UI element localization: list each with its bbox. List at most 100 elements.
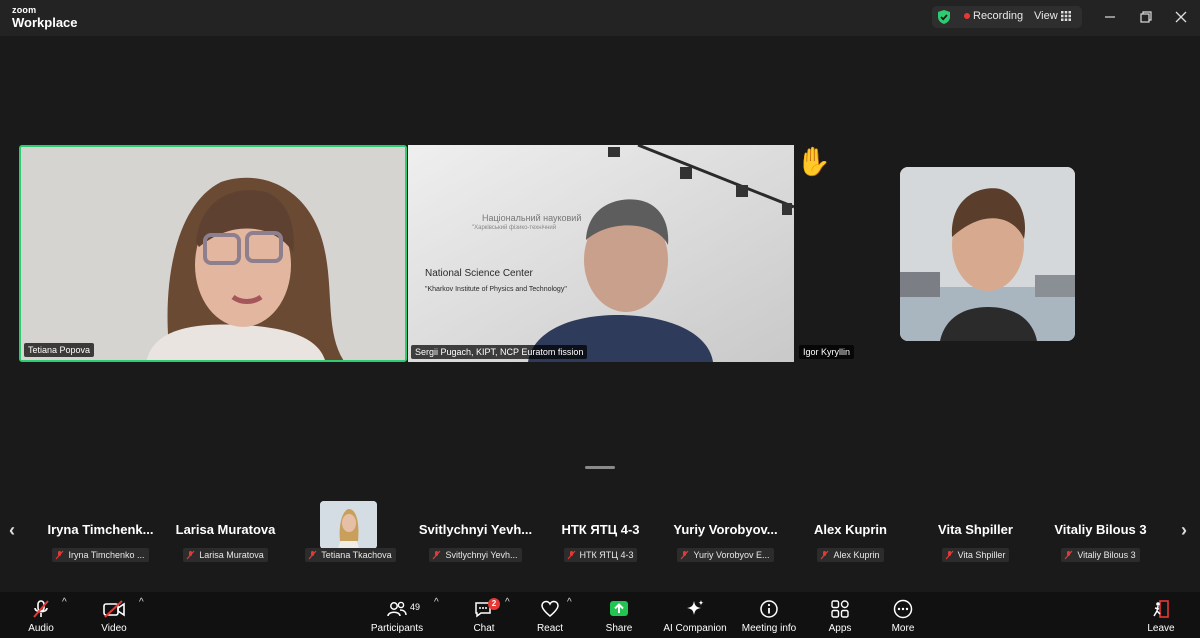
video-tile-sergii-pugach[interactable]: Національний науковий "Харківський фізик… xyxy=(408,145,794,362)
participant-name: Iryna Timchenko ... xyxy=(68,550,145,560)
participant-display-name: Vitaliy Bilous 3 xyxy=(1054,522,1147,537)
muted-mic-icon xyxy=(821,550,829,560)
video-label: Video xyxy=(101,623,127,634)
participants-count: 49 xyxy=(410,602,421,612)
participant-name: Vitaliy Bilous 3 xyxy=(1077,550,1136,560)
brand-small: zoom xyxy=(12,5,37,15)
participant-name-tag: Alex Kuprin xyxy=(817,548,884,562)
participant-display-name: Svitlychnyi Yevh... xyxy=(418,522,533,537)
react-label: React xyxy=(536,623,564,634)
participant-name-tag: Larisa Muratova xyxy=(183,548,268,562)
participant-name-tag: Svitlychnyi Yevh... xyxy=(429,548,522,562)
react-options-chevron-icon[interactable]: ^ xyxy=(567,597,572,608)
apps-button[interactable]: Apps xyxy=(822,592,858,638)
apps-icon xyxy=(831,600,849,618)
gallery-tile[interactable]: Larisa Muratova Larisa Muratova xyxy=(163,500,288,570)
participant-name: Svitlychnyi Yevh... xyxy=(445,550,518,560)
more-label: More xyxy=(891,623,915,634)
react-button[interactable]: React xyxy=(532,592,568,638)
video-button[interactable]: Video xyxy=(92,592,136,638)
participants-icon xyxy=(387,601,407,617)
zoom-workplace-logo: zoom Workplace xyxy=(12,5,78,30)
wall-sign-line1: National Science Center xyxy=(425,268,533,279)
video-options-chevron-icon[interactable]: ^ xyxy=(139,597,144,608)
video-tile-tetiana-popova[interactable]: Tetiana Popova xyxy=(19,145,407,362)
participant-name: Yuriy Vorobyov E... xyxy=(693,550,770,560)
chat-unread-badge: 2 xyxy=(488,598,500,610)
gallery-tile[interactable]: НТК ЯТЦ 4-3 НТК ЯТЦ 4-3 xyxy=(538,500,663,570)
participant-name-tag: Tetiana Popova xyxy=(24,343,95,357)
muted-mic-icon xyxy=(567,550,575,560)
share-screen-icon xyxy=(610,601,628,616)
heart-icon xyxy=(541,600,559,617)
restore-icon[interactable] xyxy=(1136,7,1156,27)
gallery-tile[interactable]: Vitaliy Bilous 3 Vitaliy Bilous 3 xyxy=(1038,500,1163,570)
audio-button[interactable]: Audio xyxy=(20,592,62,638)
grid-view-icon[interactable] xyxy=(1061,11,1071,21)
muted-mic-icon xyxy=(56,550,64,560)
participant-name-tag: Igor Kyryllin xyxy=(799,345,855,359)
leave-icon xyxy=(1153,600,1169,618)
participant-name: Vita Shpiller xyxy=(957,550,1006,560)
participant-name: Alex Kuprin xyxy=(833,550,880,560)
gallery-prev-arrow-icon[interactable]: ‹ xyxy=(9,520,15,541)
gallery-tile[interactable]: Tetiana Tkachova xyxy=(288,500,413,570)
muted-mic-icon xyxy=(186,550,195,560)
participant-name-tag: Tetiana Tkachova xyxy=(305,548,396,562)
participant-name-tag: Vita Shpiller xyxy=(941,548,1010,562)
participant-name: Tetiana Tkachova xyxy=(321,550,392,560)
shield-check-icon[interactable] xyxy=(936,9,952,25)
chat-label: Chat xyxy=(473,623,495,634)
gallery-tile[interactable]: Svitlychnyi Yevh... Svitlychnyi Yevh... xyxy=(413,500,538,570)
audio-options-chevron-icon[interactable]: ^ xyxy=(62,597,67,608)
participant-display-name: НТК ЯТЦ 4-3 xyxy=(561,522,640,537)
view-button[interactable]: View xyxy=(1034,10,1058,22)
muted-mic-icon xyxy=(33,600,49,618)
leave-button[interactable]: Leave xyxy=(1144,592,1178,638)
ai-companion-label: AI Companion xyxy=(663,623,727,634)
participants-options-chevron-icon[interactable]: ^ xyxy=(434,597,439,608)
meeting-toolbar: Audio ^ Video ^ Participants ^ Chat ^ Re… xyxy=(0,592,1200,638)
chat-options-chevron-icon[interactable]: ^ xyxy=(505,597,510,608)
video-off-icon xyxy=(103,600,125,618)
minimize-icon[interactable] xyxy=(1100,7,1120,27)
participant-display-name: Alex Kuprin xyxy=(814,522,887,537)
leave-label: Leave xyxy=(1147,623,1175,634)
participant-display-name: Larisa Muratova xyxy=(175,522,276,537)
muted-mic-icon xyxy=(945,550,954,560)
meeting-info-label: Meeting info xyxy=(741,623,797,634)
close-icon[interactable] xyxy=(1171,7,1191,27)
share-label: Share xyxy=(605,623,633,634)
participant-name-tag: Vitaliy Bilous 3 xyxy=(1061,548,1140,562)
audio-label: Audio xyxy=(28,623,54,634)
gallery-tile[interactable]: Yuriy Vorobyov... Yuriy Vorobyov E... xyxy=(663,500,788,570)
profile-photo xyxy=(900,167,1075,341)
participant-video xyxy=(408,145,794,362)
gallery-tile[interactable]: Iryna Timchenk... Iryna Timchenko ... xyxy=(38,500,163,570)
video-tile-igor-kyryllin[interactable]: ✋ Igor Kyryllin xyxy=(796,145,1180,362)
muted-mic-icon xyxy=(433,550,441,560)
gallery-tile[interactable]: Vita Shpiller Vita Shpiller xyxy=(913,500,1038,570)
title-bar: zoom Workplace Recording View xyxy=(0,0,1200,36)
participant-name-tag: Iryna Timchenko ... xyxy=(52,548,149,562)
brand-large: Workplace xyxy=(12,15,78,30)
more-icon xyxy=(893,599,913,619)
participant-name: Larisa Muratova xyxy=(199,550,264,560)
muted-mic-icon xyxy=(308,550,317,560)
profile-photo xyxy=(320,501,377,549)
participants-label: Participants xyxy=(370,623,424,634)
recording-dot-icon xyxy=(964,13,970,19)
recording-label[interactable]: Recording xyxy=(973,10,1023,22)
muted-mic-icon xyxy=(1064,550,1073,560)
more-button[interactable]: More xyxy=(886,592,920,638)
participants-button[interactable]: Participants xyxy=(369,592,425,638)
gallery-resize-handle[interactable] xyxy=(585,466,615,469)
share-button[interactable]: Share xyxy=(600,592,638,638)
gallery-tile[interactable]: Alex Kuprin Alex Kuprin xyxy=(788,500,913,570)
raised-hand-icon: ✋ xyxy=(796,146,831,177)
participant-display-name: Yuriy Vorobyov... xyxy=(673,522,778,537)
gallery-next-arrow-icon[interactable]: › xyxy=(1181,520,1187,541)
meeting-info-button[interactable]: Meeting info xyxy=(738,592,800,638)
ai-companion-button[interactable]: AI Companion xyxy=(660,592,730,638)
participant-display-name: Iryna Timchenk... xyxy=(47,522,154,537)
